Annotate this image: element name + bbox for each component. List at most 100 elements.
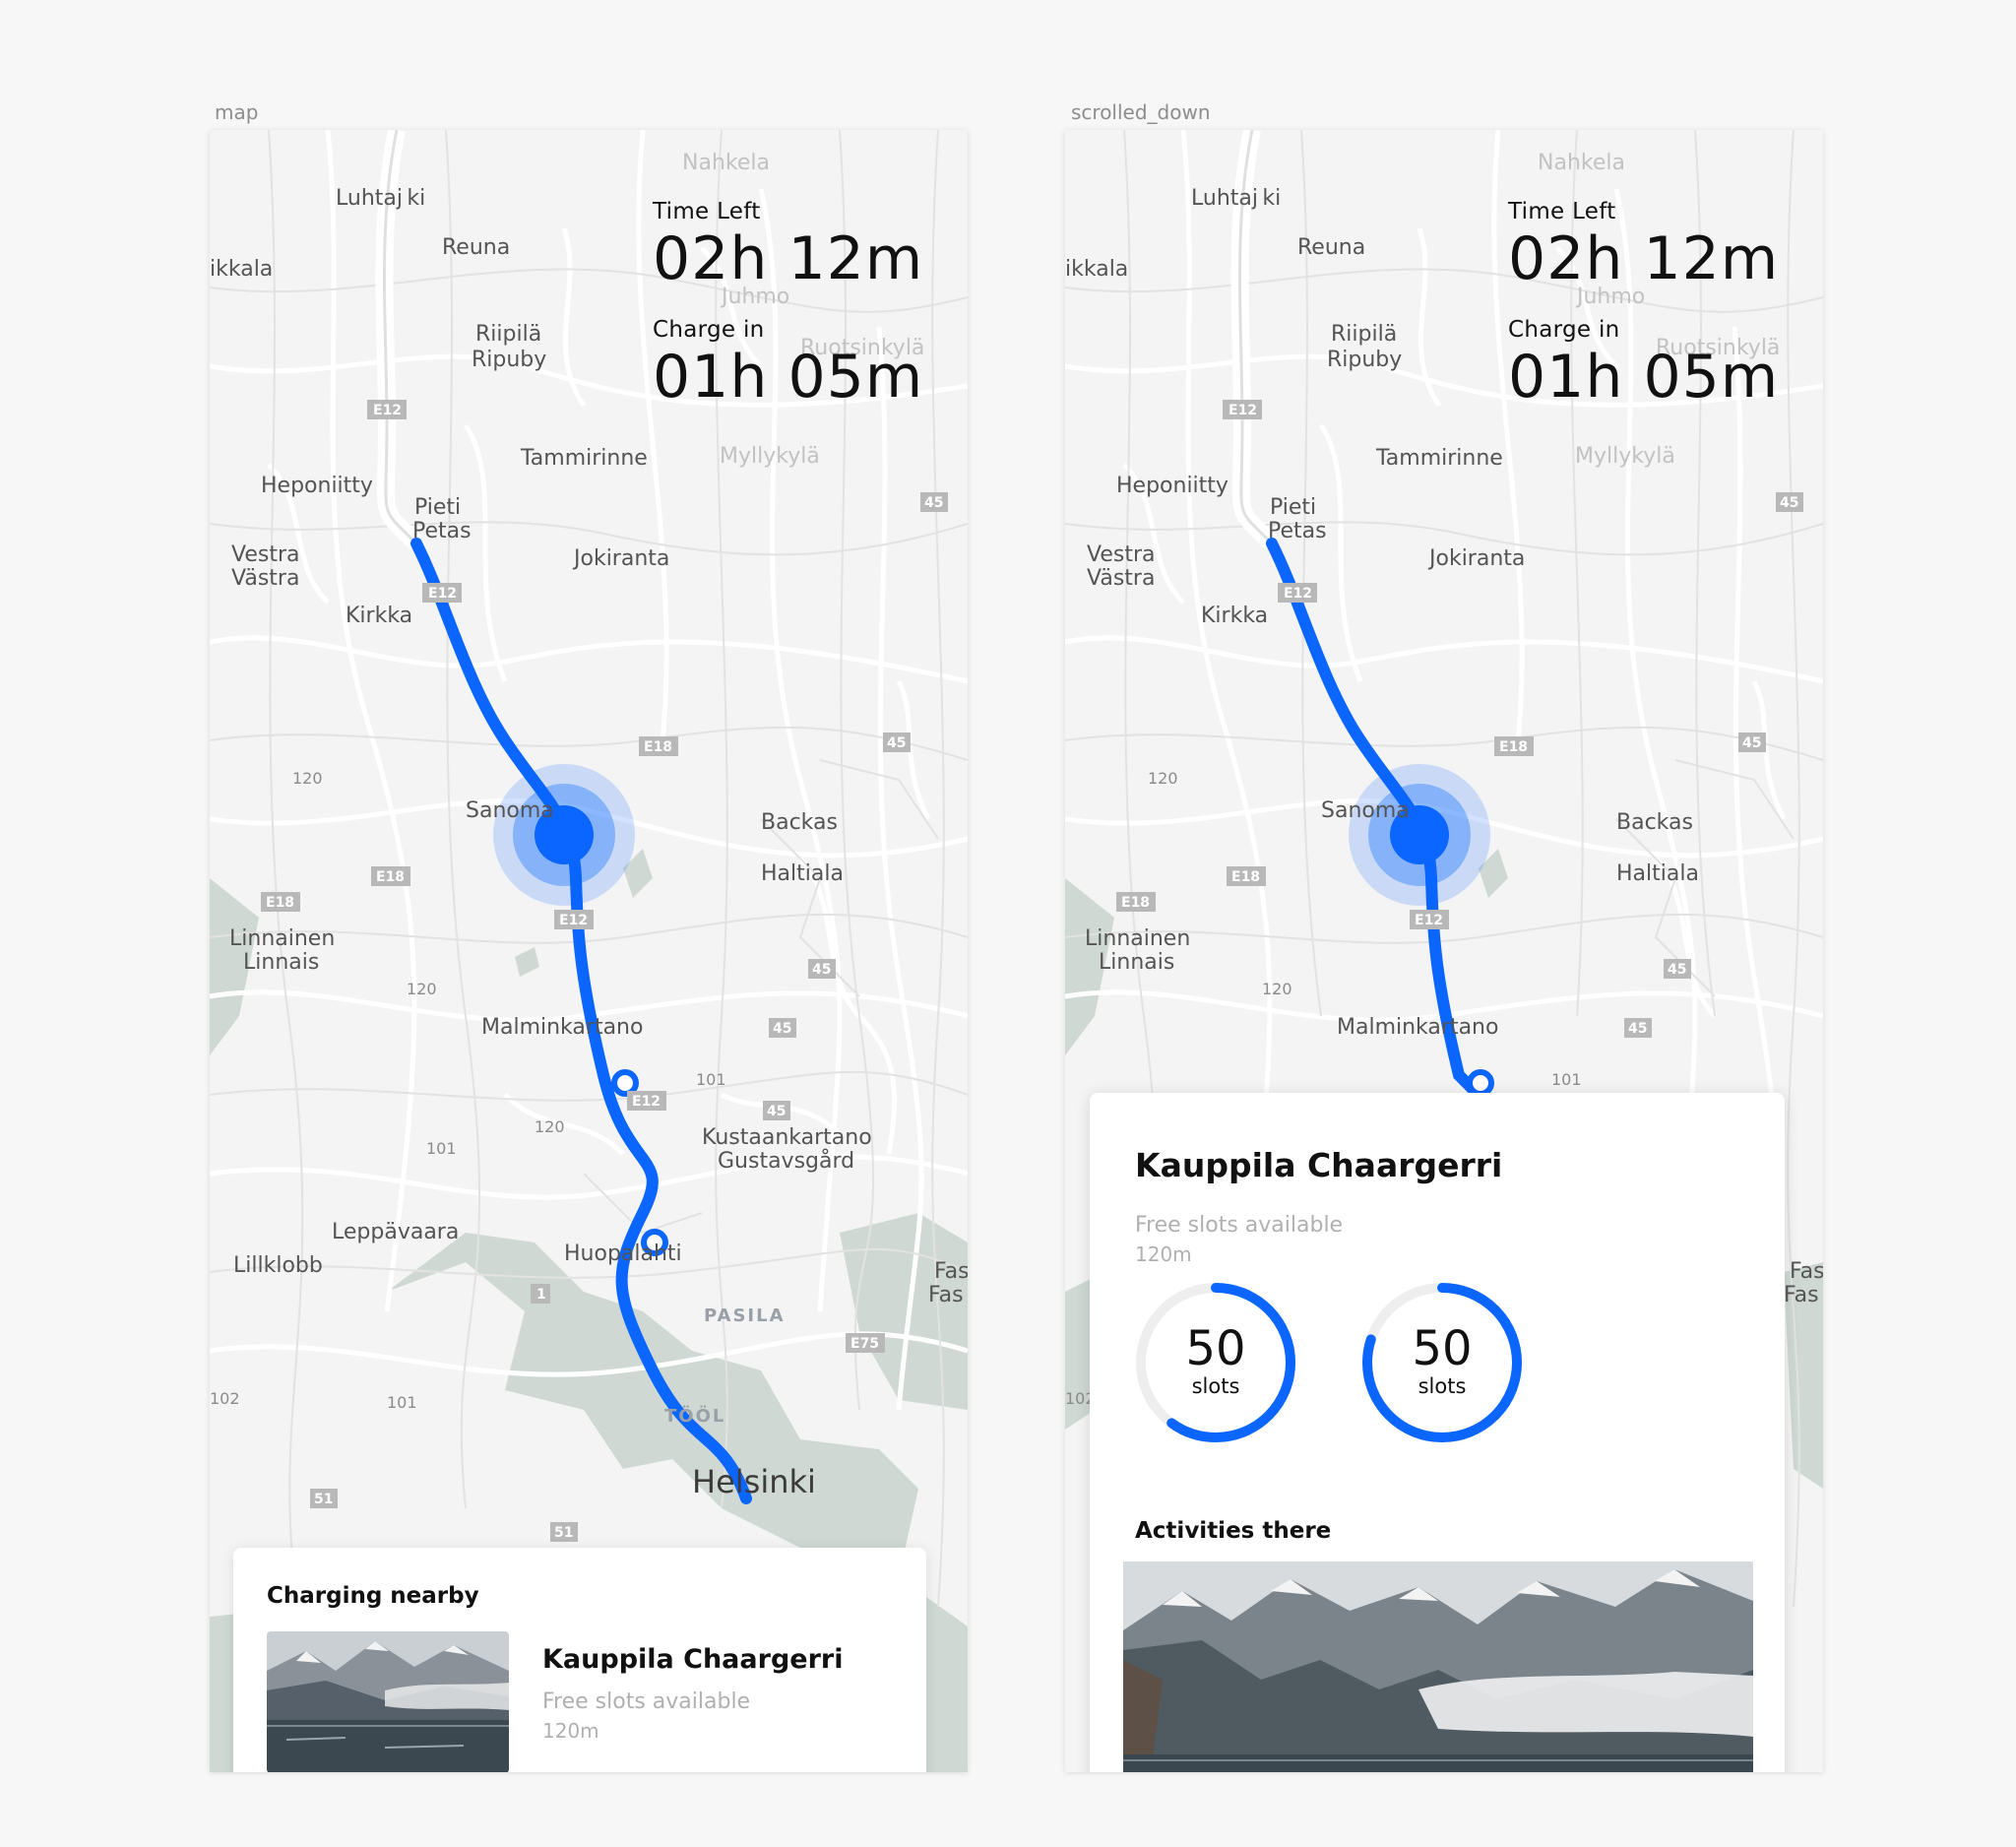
waypoint-marker <box>611 1069 639 1097</box>
station-name: Kauppila Chaargerri <box>542 1644 844 1675</box>
frame-label-scrolled-down: scrolled_down <box>1071 100 1211 124</box>
place-label: Ripuby <box>472 348 546 372</box>
svg-text:E18: E18 <box>1231 869 1260 885</box>
place-label: Huopalahti <box>564 1242 682 1266</box>
svg-text:45: 45 <box>812 962 831 978</box>
svg-text:45: 45 <box>773 1021 791 1037</box>
place-label: Pieti <box>414 495 461 520</box>
charge-in-value: 01h 05m <box>1508 343 1780 412</box>
place-label: Sanoma <box>466 798 554 823</box>
place-label: ikkala <box>210 257 273 282</box>
road-number: 102 <box>210 1389 240 1408</box>
city-label: Helsinki <box>692 1463 816 1500</box>
road-number: 120 <box>407 980 437 998</box>
svg-text:E12: E12 <box>1284 586 1312 602</box>
road-number: 120 <box>1262 980 1292 998</box>
place-label: ikkala <box>1065 257 1128 282</box>
gauge-unit: slots <box>1418 1374 1467 1398</box>
time-left-label: Time Left <box>1508 199 1616 224</box>
svg-text:E12: E12 <box>559 913 588 928</box>
waypoint-marker <box>1467 1069 1494 1097</box>
place-label: Heponiitty <box>1116 474 1228 498</box>
place-label: Riipilä <box>1331 322 1397 347</box>
road-number: 101 <box>1551 1070 1582 1089</box>
activities-photo[interactable] <box>1123 1561 1753 1772</box>
svg-text:45: 45 <box>1742 735 1761 751</box>
place-label: Jokiranta <box>1427 546 1525 571</box>
place-label: Myllykylä <box>1575 444 1675 469</box>
place-label: Tammirinne <box>520 446 648 471</box>
place-label: Riipilä <box>475 322 541 347</box>
place-label: Leppävaara <box>332 1220 459 1244</box>
road-number: 120 <box>292 769 323 788</box>
svg-text:E18: E18 <box>376 869 405 885</box>
place-label: Haltiala <box>1616 861 1699 886</box>
svg-text:E18: E18 <box>1121 895 1150 911</box>
svg-text:E18: E18 <box>266 895 294 911</box>
place-label: Nahkela <box>1538 151 1625 175</box>
slots-gauge: 50 slots <box>1357 1278 1527 1447</box>
place-label: Sanoma <box>1321 798 1410 823</box>
svg-text:45: 45 <box>767 1104 786 1119</box>
svg-text:45: 45 <box>1628 1021 1647 1037</box>
svg-text:51: 51 <box>554 1525 573 1541</box>
place-label: Gustavsgård <box>718 1148 854 1174</box>
place-label: Jokiranta <box>572 546 669 571</box>
charge-in-label: Charge in <box>653 317 765 343</box>
frame-label-map: map <box>215 100 259 124</box>
place-label: Nahkela <box>682 151 770 175</box>
place-label: Tammirinne <box>1375 446 1503 471</box>
gauge-value: 50 <box>1412 1321 1473 1376</box>
charge-in-label: Charge in <box>1508 317 1620 343</box>
place-label: Backas <box>1616 810 1693 835</box>
place-label: Reuna <box>442 235 510 260</box>
svg-text:51: 51 <box>314 1492 333 1507</box>
time-left-label: Time Left <box>653 199 761 224</box>
availability-text: Free slots available <box>542 1689 751 1714</box>
charge-in-value: 01h 05m <box>653 343 924 412</box>
charging-nearby-card[interactable]: Charging nearby Kauppila Chaargerri Free… <box>233 1548 926 1772</box>
time-left-value: 02h 12m <box>653 224 924 293</box>
place-label: Luhtaj ki <box>1191 186 1281 211</box>
svg-text:E18: E18 <box>644 739 672 755</box>
charging-nearby-title: Charging nearby <box>267 1583 479 1609</box>
place-label: Myllykylä <box>720 444 820 469</box>
road-number: 101 <box>387 1393 417 1412</box>
place-label: Linnais <box>1099 950 1174 975</box>
svg-text:E75: E75 <box>850 1336 879 1352</box>
distance-text: 120m <box>1135 1242 1192 1266</box>
place-label: Fas <box>928 1283 964 1307</box>
svg-text:1: 1 <box>536 1287 546 1303</box>
svg-text:E12: E12 <box>1415 913 1443 928</box>
road-number: 120 <box>1148 769 1178 788</box>
place-label: Haltiala <box>761 861 844 886</box>
svg-text:45: 45 <box>1780 495 1798 511</box>
slots-gauge: 50 slots <box>1131 1278 1300 1447</box>
place-label: Lillklobb <box>233 1253 323 1278</box>
place-label: Västra <box>1087 566 1155 591</box>
place-label: Linnais <box>243 950 319 975</box>
svg-text:E18: E18 <box>1499 739 1528 755</box>
district-label: PASILA <box>704 1306 786 1326</box>
place-label: Ripuby <box>1327 348 1402 372</box>
activities-title: Activities there <box>1135 1518 1332 1544</box>
place-label: Fas <box>1790 1259 1823 1284</box>
svg-text:E12: E12 <box>428 586 457 602</box>
place-label: Petas <box>1268 519 1327 543</box>
map-screen: Nahkela Luhtaj ki Reuna ikkala Juhmo Rii… <box>210 130 968 1772</box>
svg-text:45: 45 <box>1668 962 1686 978</box>
place-label: Pieti <box>1270 495 1316 520</box>
distance-text: 120m <box>542 1719 599 1743</box>
svg-text:E12: E12 <box>1228 403 1257 418</box>
road-number: 120 <box>535 1117 565 1136</box>
place-label: Kustaankartano <box>702 1125 872 1150</box>
availability-text: Free slots available <box>1135 1213 1344 1238</box>
place-label: Linnainen <box>1085 926 1190 951</box>
place-label: Heponiitty <box>261 474 373 498</box>
trip-stats: Time Left 02h 12m Charge in 01h 05m <box>653 199 923 412</box>
station-detail-card[interactable]: Kauppila Chaargerri Free slots available… <box>1090 1093 1785 1772</box>
place-label: Vestra <box>231 542 300 567</box>
gauge-unit: slots <box>1191 1374 1240 1398</box>
svg-text:45: 45 <box>924 495 943 511</box>
place-label: Backas <box>761 810 838 835</box>
